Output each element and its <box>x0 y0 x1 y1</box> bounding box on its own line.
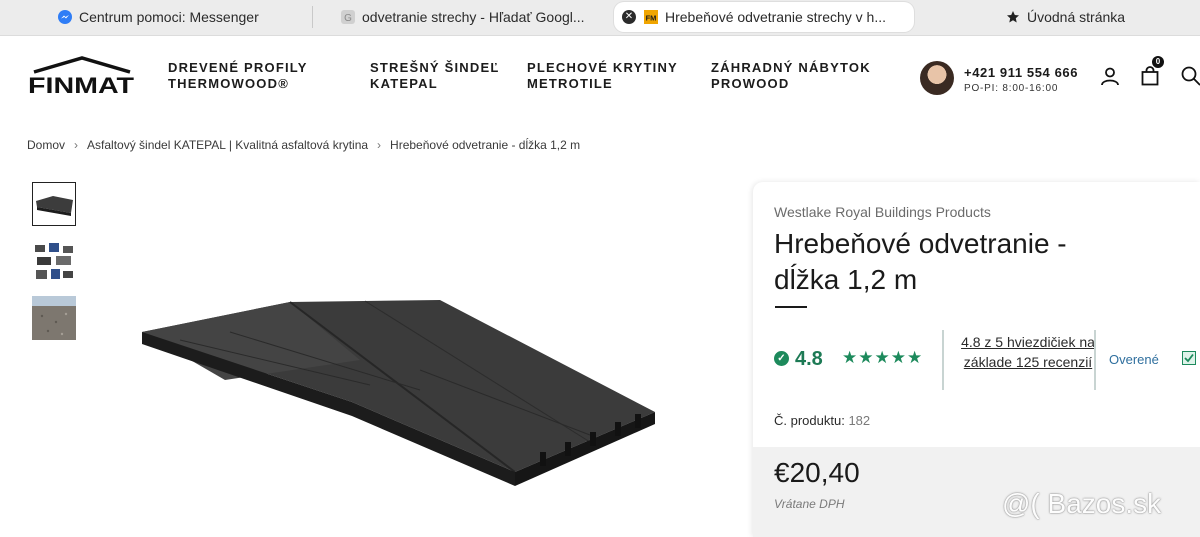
product-title: Hrebeňové odvetranie - dĺžka 1,2 m <box>774 228 1067 295</box>
breadcrumb-category[interactable]: Asfaltový šindel KATEPAL | Kvalitná asfa… <box>87 138 368 152</box>
thumbnail-installation[interactable] <box>32 240 76 284</box>
verified-check-icon <box>1182 351 1196 365</box>
avatar <box>920 61 954 95</box>
user-account-icon[interactable] <box>1100 66 1120 91</box>
check-circle-icon: ✓ <box>774 351 789 366</box>
svg-text:FINMAT: FINMAT <box>28 73 135 96</box>
nav-prowood[interactable]: ZÁHRADNÝ NÁBYTOK PROWOOD <box>711 60 871 92</box>
chevron-right-icon: › <box>377 138 382 152</box>
opening-hours: PO-PI: 8:00-16:00 <box>964 83 1059 94</box>
google-icon: G <box>341 10 355 24</box>
close-tab-icon[interactable]: ✕ <box>622 10 636 24</box>
finmat-icon: FM <box>644 10 658 24</box>
divider <box>942 330 944 390</box>
rating-stars: ★★★★★ <box>842 348 924 367</box>
nav-katepal[interactable]: STREŠNÝ ŠINDEĽ KATEPAL <box>370 60 499 92</box>
shopping-bag-icon[interactable] <box>1140 66 1160 91</box>
product-main-image[interactable] <box>120 190 680 510</box>
svg-text:G: G <box>344 13 352 24</box>
tab-messenger[interactable]: Centrum pomoci: Messenger <box>58 2 308 32</box>
tab-title: Úvodná stránka <box>1027 9 1126 25</box>
messenger-icon <box>58 10 72 24</box>
product-price: €20,40 <box>774 457 860 488</box>
finmat-logo[interactable]: FINMAT <box>26 56 138 98</box>
sku-label: Č. produktu: <box>774 413 845 428</box>
svg-text:FM: FM <box>646 14 657 23</box>
title-divider <box>775 306 807 308</box>
search-icon[interactable] <box>1181 66 1200 91</box>
thumbnail-ridge-vent[interactable] <box>32 182 76 226</box>
tab-home[interactable]: Úvodná stránka <box>1006 2 1186 32</box>
tab-title: Hrebeňové odvetranie strechy v h... <box>665 9 887 25</box>
rating-score: 4.8 <box>795 348 823 370</box>
browser-tab-bar: Centrum pomoci: Messenger G odvetranie s… <box>0 0 1200 36</box>
divider <box>1094 330 1096 390</box>
phone-number[interactable]: +421 911 554 666 <box>964 65 1078 80</box>
cart-count-badge: 0 <box>1152 56 1164 68</box>
sku-value: 182 <box>848 413 871 428</box>
rating-summary[interactable]: ✓ 4.8 ★★★★★ 4.8 z 5 hviezdičiek na zákla… <box>774 330 1196 390</box>
breadcrumb-current: Hrebeňové odvetranie - dĺžka 1,2 m <box>390 138 581 152</box>
product-brand[interactable]: Westlake Royal Buildings Products <box>774 204 991 220</box>
tab-title: Centrum pomoci: Messenger <box>79 9 259 25</box>
reviews-link[interactable]: 4.8 z 5 hviezdičiek na základe 125 recen… <box>958 332 1098 372</box>
nav-metrotile[interactable]: PLECHOVÉ KRYTINY METROTILE <box>527 60 678 92</box>
site-header: FINMAT DREVENÉ PROFILY THERMOWOOD® STREŠ… <box>0 36 1200 120</box>
star-icon <box>1006 10 1020 24</box>
product-sku: Č. produktu: 182 <box>774 413 870 428</box>
tab-finmat-active[interactable]: ✕ FM Hrebeňové odvetranie strechy v h... <box>614 2 914 32</box>
vat-note: Vrátane DPH <box>774 497 845 511</box>
tab-google-search[interactable]: G odvetranie strechy - Hľadať Googl... <box>341 2 601 32</box>
tab-separator <box>312 6 313 28</box>
breadcrumb-home[interactable]: Domov <box>27 138 65 152</box>
chevron-right-icon: › <box>74 138 79 152</box>
breadcrumb: Domov › Asfaltový šindel KATEPAL | Kvali… <box>27 138 580 152</box>
bazos-watermark: @( Bazos.sk <box>1002 488 1162 519</box>
verified-label: Overené <box>1109 352 1159 367</box>
nav-thermowood[interactable]: DREVENÉ PROFILY THERMOWOOD® <box>168 60 308 92</box>
thumbnail-roof-photo[interactable] <box>32 296 76 340</box>
tab-title: odvetranie strechy - Hľadať Googl... <box>362 9 585 25</box>
product-info-panel: Westlake Royal Buildings Products Hrebeň… <box>753 182 1200 537</box>
